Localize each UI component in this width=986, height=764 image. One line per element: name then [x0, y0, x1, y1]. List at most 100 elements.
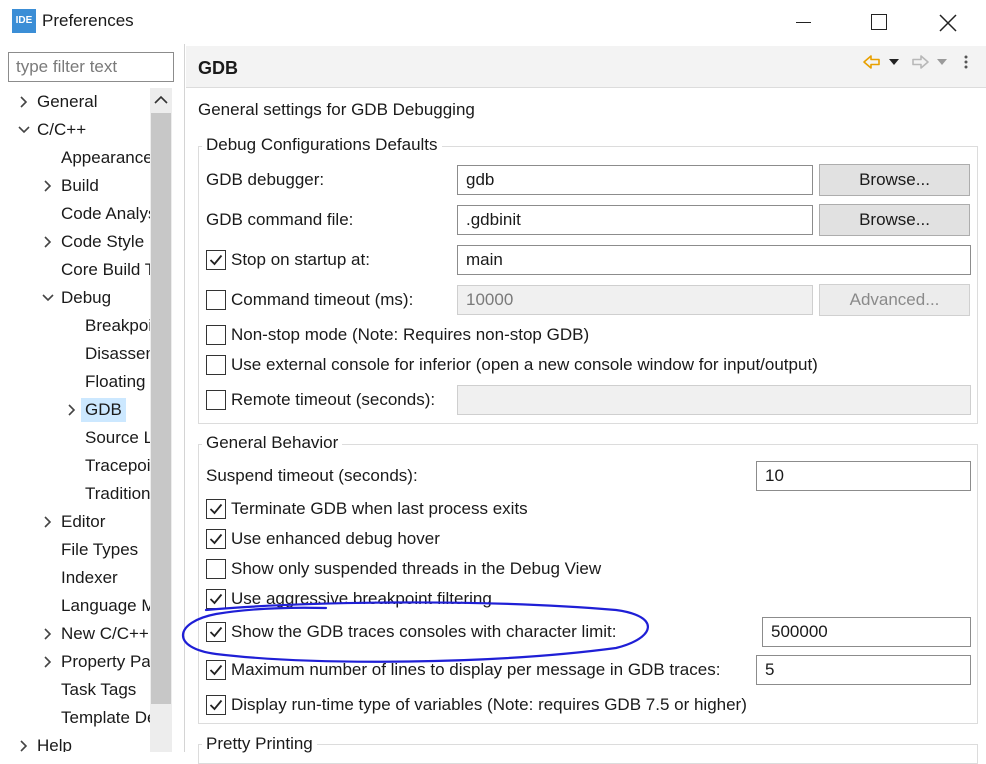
non-stop-label: Non-stop mode (Note: Requires non-stop G…: [231, 325, 590, 344]
non-stop-checkbox[interactable]: [206, 325, 226, 345]
checkmark-icon: [209, 254, 223, 266]
tree-item[interactable]: Debug: [61, 286, 111, 310]
tree-item[interactable]: File Types: [61, 538, 138, 562]
stop-on-startup-input[interactable]: main: [457, 245, 971, 275]
tree-item[interactable]: Floating Point: [85, 370, 150, 394]
tree-expander[interactable]: [42, 510, 56, 534]
suspended-threads-label: Show only suspended threads in the Debug…: [231, 559, 602, 578]
checkmark-icon: [209, 626, 223, 638]
tree-item[interactable]: Appearance: [61, 146, 150, 170]
page-title: GDB: [198, 58, 238, 78]
checkmark-icon: [209, 533, 223, 545]
tree-expander[interactable]: [18, 90, 32, 114]
maximize-button[interactable]: [856, 6, 902, 38]
browse-command-file-button[interactable]: Browse...: [819, 204, 970, 236]
chevron-up-icon: [154, 95, 168, 104]
tree-expander[interactable]: [18, 734, 32, 752]
tree-expander[interactable]: [66, 398, 80, 422]
suspend-timeout-label: Suspend timeout (seconds):: [206, 466, 418, 485]
tree-item[interactable]: Tracepoint Actions: [85, 454, 150, 478]
gdb-debugger-label: GDB debugger:: [206, 170, 325, 189]
tree-item[interactable]: Source Lookup Path: [85, 426, 150, 450]
minimize-button[interactable]: [780, 6, 826, 38]
remote-timeout-label: Remote timeout (seconds):: [231, 390, 436, 409]
tree-item[interactable]: Language Mappings: [61, 594, 150, 618]
aggressive-filtering-label: Use aggressive breakpoint filtering: [231, 589, 492, 608]
tree-item[interactable]: C/C++: [37, 118, 86, 142]
gdb-traces-label: Show the GDB traces consoles with charac…: [231, 622, 617, 641]
chevron-right-icon: [44, 516, 52, 528]
tree-item[interactable]: Disassembly: [85, 342, 150, 366]
command-timeout-input: 10000: [457, 285, 813, 315]
suspend-timeout-input[interactable]: 10: [756, 461, 971, 491]
remote-timeout-input: [457, 385, 971, 415]
tree-item[interactable]: Task Tags: [61, 678, 136, 702]
view-menu-icon[interactable]: [962, 54, 970, 70]
chevron-right-icon: [20, 740, 28, 752]
chevron-right-icon: [44, 180, 52, 192]
tree-item[interactable]: Code Style: [61, 230, 144, 254]
max-lines-checkbox[interactable]: [206, 660, 226, 680]
tree-item[interactable]: Indexer: [61, 566, 118, 590]
browse-debugger-button[interactable]: Browse...: [819, 164, 970, 196]
tree-item[interactable]: Build: [61, 174, 99, 198]
title-bar: [0, 0, 986, 44]
page-description: General settings for GDB Debugging: [198, 100, 475, 119]
tree-item[interactable]: New C/C++ Project Wizard: [61, 622, 150, 646]
gdb-command-file-input[interactable]: .gdbinit: [457, 205, 813, 235]
tree-item[interactable]: Code Analysis: [61, 202, 150, 226]
app-icon: IDE: [12, 9, 36, 33]
close-icon: [939, 14, 957, 32]
external-console-checkbox[interactable]: [206, 355, 226, 375]
tree-expander[interactable]: [42, 622, 56, 646]
panel-splitter[interactable]: [184, 44, 185, 752]
tree-item[interactable]: Core Build Toolchains: [61, 258, 150, 282]
enhanced-hover-label: Use enhanced debug hover: [231, 529, 440, 548]
remote-timeout-checkbox[interactable]: [206, 390, 226, 410]
enhanced-hover-checkbox[interactable]: [206, 529, 226, 549]
pretty-printing-group-title: Pretty Printing: [202, 734, 317, 754]
tree-item[interactable]: Template Default Values: [61, 706, 150, 730]
filter-input[interactable]: [8, 52, 174, 82]
back-menu-icon[interactable]: [888, 58, 900, 66]
tree-expander[interactable]: [42, 650, 56, 674]
back-arrow-icon[interactable]: [862, 53, 882, 71]
advanced-button: Advanced...: [819, 284, 970, 316]
forward-menu-icon[interactable]: [936, 58, 948, 66]
tree-item[interactable]: Help: [37, 734, 72, 752]
suspended-threads-checkbox[interactable]: [206, 559, 226, 579]
tree-item[interactable]: Breakpoint Actions: [85, 314, 150, 338]
tree-expander[interactable]: [42, 174, 56, 198]
behavior-group-title: General Behavior: [202, 433, 343, 453]
gdb-traces-limit-input[interactable]: 500000: [762, 617, 971, 647]
chevron-right-icon: [44, 236, 52, 248]
defaults-group-title: Debug Configurations Defaults: [202, 135, 442, 155]
checkmark-icon: [209, 593, 223, 605]
tree-item[interactable]: Editor: [61, 510, 105, 534]
chevron-right-icon: [68, 404, 76, 416]
aggressive-filtering-checkbox[interactable]: [206, 589, 226, 609]
checkmark-icon: [209, 699, 223, 711]
terminate-gdb-label: Terminate GDB when last process exits: [231, 499, 528, 518]
tree-expander[interactable]: [42, 230, 56, 254]
max-lines-input[interactable]: 5: [756, 655, 971, 685]
tree-expander[interactable]: [42, 286, 56, 310]
command-timeout-checkbox[interactable]: [206, 290, 226, 310]
stop-on-startup-checkbox[interactable]: [206, 250, 226, 270]
tree-item[interactable]: Property Pages Settings: [61, 650, 150, 674]
gdb-debugger-input[interactable]: gdb: [457, 165, 813, 195]
stop-on-startup-label: Stop on startup at:: [231, 250, 370, 269]
scroll-up-button[interactable]: [150, 88, 172, 112]
terminate-gdb-checkbox[interactable]: [206, 499, 226, 519]
tree-item[interactable]: Traditional Memory Rendering: [85, 482, 150, 506]
close-button[interactable]: [925, 6, 971, 38]
window-title: Preferences: [42, 11, 134, 30]
runtime-type-label: Display run-time type of variables (Note…: [231, 695, 747, 714]
runtime-type-checkbox[interactable]: [206, 695, 226, 715]
forward-arrow-icon[interactable]: [910, 53, 930, 71]
tree-item[interactable]: GDB: [81, 398, 126, 422]
tree-expander[interactable]: [18, 118, 32, 142]
gdb-traces-checkbox[interactable]: [206, 622, 226, 642]
tree-item[interactable]: General: [37, 90, 97, 114]
scrollbar-thumb[interactable]: [151, 113, 171, 704]
